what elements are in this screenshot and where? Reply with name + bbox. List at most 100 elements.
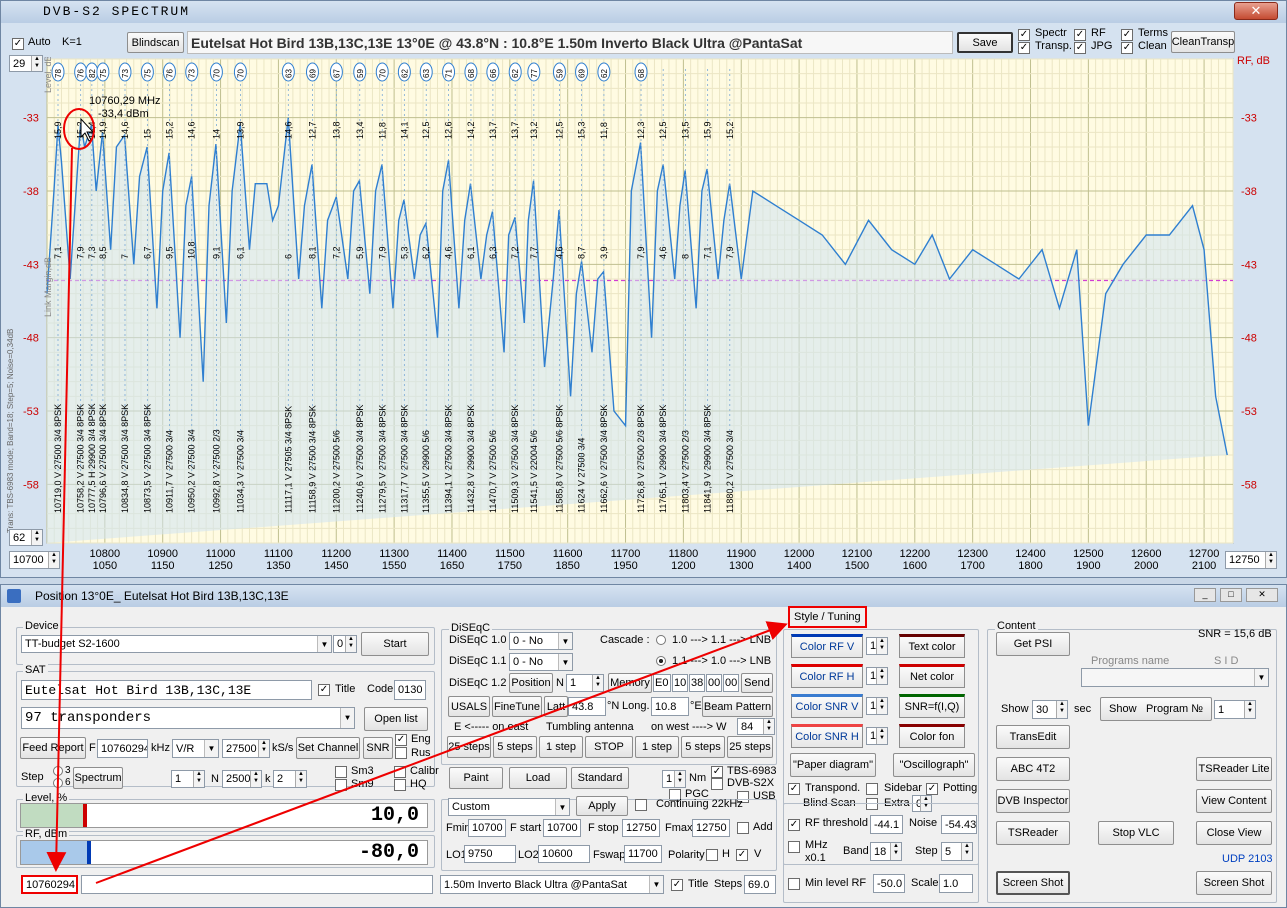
blindscan-button[interactable]: Blindscan — [127, 32, 184, 53]
east-1-step-button[interactable]: 1 step — [539, 736, 583, 758]
chevron-down-icon[interactable]: ▼ — [204, 740, 218, 757]
cascade2-radio[interactable] — [656, 656, 666, 666]
stop-vlc-button[interactable]: Stop VLC — [1098, 821, 1174, 845]
step-value-spin[interactable]: 1 ▲ ▼ — [171, 770, 205, 788]
close-icon[interactable]: ✕ — [1246, 588, 1278, 602]
chevron-down-icon[interactable]: ▼ — [558, 654, 572, 670]
spin-arrows-icon[interactable]: ▲ ▼ — [31, 530, 42, 545]
byte4-field[interactable]: 00 — [723, 674, 739, 692]
frequency-field[interactable]: 10760294 — [97, 739, 148, 758]
min-level-field[interactable]: -50.0 — [873, 874, 905, 893]
spin-arrows-icon[interactable]: ▲ ▼ — [48, 552, 59, 568]
chevron-down-icon[interactable]: ▼ — [649, 876, 663, 893]
feed-report-button[interactable]: Feed Report — [20, 737, 86, 759]
rus-checkbox[interactable] — [395, 747, 407, 759]
spectrum-button[interactable]: Spectrum — [73, 767, 123, 789]
color-rf-h-button[interactable]: Color RF H — [791, 664, 863, 688]
tsreader-button[interactable]: TSReader — [996, 821, 1070, 845]
close-view-button[interactable]: Close View — [1196, 821, 1272, 845]
mhz-checkbox[interactable] — [788, 841, 800, 853]
screen-shot-left-button[interactable]: Screen Shot — [996, 871, 1070, 895]
symbol-rate-spin[interactable]: 27500 ▲ ▼ — [222, 739, 270, 758]
rfv-width-spin[interactable]: 1 ▲ ▼ — [866, 637, 888, 655]
spin-arrows-icon[interactable]: ▲ ▼ — [876, 638, 887, 654]
position-n-spin[interactable]: 1 ▲ ▼ — [566, 674, 604, 692]
spin-arrows-icon[interactable]: ▲ ▼ — [1244, 701, 1255, 718]
show-program-button[interactable]: Show Program № — [1100, 697, 1212, 721]
sm3-checkbox[interactable] — [335, 766, 347, 778]
latt-button[interactable]: Latt — [544, 696, 568, 717]
byte3-field[interactable]: 00 — [706, 674, 722, 692]
program-number-spin[interactable]: 1 ▲ ▼ — [1214, 700, 1256, 719]
beam-pattern-button[interactable]: Beam Pattern — [702, 696, 773, 717]
polarity-h-checkbox[interactable] — [706, 849, 718, 861]
paper-diagram-button[interactable]: "Paper diagram" — [790, 753, 876, 777]
load-button[interactable]: Load — [509, 767, 567, 789]
rfh-width-spin[interactable]: 1 ▲ ▼ — [866, 667, 888, 685]
long-field[interactable]: 10.8 — [651, 697, 689, 716]
spin-arrows-icon[interactable]: ▲ ▼ — [890, 843, 901, 860]
dvb-inspector-button[interactable]: DVB Inspector — [996, 789, 1070, 813]
auto-checkbox[interactable]: ✓ — [12, 38, 24, 50]
west-25-steps-button[interactable]: 25 steps — [727, 736, 773, 758]
transponders-select[interactable]: 97 transponders ▼ — [21, 707, 355, 729]
spectrum-chart[interactable]: -33 -33 -38 -38 -43 -43 -48 -48 -53 -53 -58 -58 1080… — [1, 57, 1287, 577]
continuing-checkbox[interactable] — [635, 799, 647, 811]
chevron-down-icon[interactable]: ▼ — [317, 636, 331, 652]
chevron-down-icon[interactable]: ▼ — [1254, 669, 1268, 686]
spin-arrows-icon[interactable]: ▲ ▼ — [1265, 552, 1276, 568]
text-color-button[interactable]: Text color — [899, 634, 965, 658]
spin-arrows-icon[interactable]: ▲ ▼ — [345, 636, 356, 652]
snr-button[interactable]: SNR — [363, 737, 393, 759]
sm9-checkbox[interactable] — [335, 779, 347, 791]
hq-checkbox[interactable] — [394, 779, 406, 791]
noise-field[interactable]: -54.43 — [941, 815, 977, 834]
jpg-checkbox[interactable]: ✓ — [1074, 42, 1086, 54]
scale-field[interactable]: 1.0 — [939, 874, 973, 893]
clean-checkbox[interactable]: ✓ — [1121, 42, 1133, 54]
save-button[interactable]: Save — [957, 32, 1013, 53]
send-button[interactable]: Send — [741, 673, 773, 693]
snrv-width-spin[interactable]: 1 ▲ ▼ — [866, 697, 888, 715]
rf-checkbox[interactable]: ✓ — [1074, 29, 1086, 41]
chevron-down-icon[interactable]: ▼ — [555, 799, 569, 815]
nm-spin[interactable]: 1 ▲ ▼ — [662, 770, 686, 788]
left-freq-spin[interactable]: 10700 ▲ ▼ — [9, 551, 60, 569]
potting-checkbox[interactable]: ✓ — [926, 783, 938, 795]
dvbs2x-checkbox[interactable] — [711, 778, 723, 790]
fmax-field[interactable]: 12750 — [692, 819, 730, 837]
east-25-steps-button[interactable]: 25 steps — [447, 736, 491, 758]
spin-arrows-icon[interactable]: ▲ ▼ — [674, 771, 685, 787]
spectr-checkbox[interactable]: ✓ — [1018, 29, 1030, 41]
spin-arrows-icon[interactable]: ▲ ▼ — [876, 728, 887, 744]
west-1-step-button[interactable]: 1 step — [635, 736, 679, 758]
spin-arrows-icon[interactable]: ▲ ▼ — [1056, 701, 1067, 718]
polarity-v-checkbox[interactable]: ✓ — [736, 849, 748, 861]
rf-threshold-checkbox[interactable]: ✓ — [788, 819, 800, 831]
view-content-button[interactable]: View Content — [1196, 789, 1272, 813]
transedit-button[interactable]: TransEdit — [996, 725, 1070, 749]
spin-arrows-icon[interactable]: ▲ ▼ — [193, 771, 204, 787]
finetune-button[interactable]: FineTune — [492, 696, 542, 717]
device-select[interactable]: TT-budget S2-1600 ▼ — [21, 635, 332, 653]
usals-button[interactable]: USALS — [448, 696, 490, 717]
chevron-down-icon[interactable]: ▼ — [340, 708, 354, 728]
diseqc10-select[interactable]: 0 - No ▼ — [509, 632, 573, 650]
show-seconds-spin[interactable]: 30 ▲ ▼ — [1032, 700, 1068, 719]
maximize-icon[interactable]: □ — [1220, 588, 1242, 602]
sidebar-checkbox[interactable] — [866, 783, 878, 795]
apply-button[interactable]: Apply — [576, 796, 628, 816]
polarization-select[interactable]: V/R ▼ — [172, 739, 219, 758]
lnb-select[interactable]: 1.50m Inverto Black Ultra @PantaSat ▼ — [440, 875, 664, 894]
spin-arrows-icon[interactable]: ▲ ▼ — [592, 675, 603, 691]
close-window-button[interactable]: ✕ — [1234, 2, 1278, 20]
fswap-field[interactable]: 11700 — [624, 845, 662, 863]
band-spin[interactable]: 18 ▲ ▼ — [870, 842, 902, 861]
color-fon-button[interactable]: Color fon — [899, 724, 965, 748]
snr-fiq-button[interactable]: SNR=f(I,Q) — [899, 694, 965, 718]
e0-field[interactable]: E0 — [653, 674, 671, 692]
latt-field[interactable]: 43.8 — [568, 697, 606, 716]
screen-shot-right-button[interactable]: Screen Shot — [1196, 871, 1272, 895]
oscillograph-button[interactable]: "Oscillograph" — [893, 753, 975, 777]
transpond-checkbox[interactable]: ✓ — [788, 783, 800, 795]
